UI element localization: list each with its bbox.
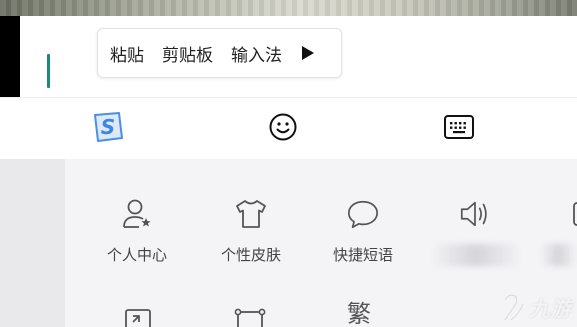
text-context-menu: 粘贴 剪贴板 输入法 <box>97 28 342 78</box>
tile-label: 个人中心 <box>106 246 167 264</box>
tile-skins[interactable]: 个性皮肤 <box>201 159 301 264</box>
text-cursor <box>47 54 50 88</box>
tile-sound[interactable] <box>425 159 525 249</box>
crop-frame-icon[interactable] <box>233 306 267 327</box>
resize-corner-icon[interactable] <box>121 306 155 327</box>
speech-bubble-icon <box>346 197 380 231</box>
menu-more-arrow-icon[interactable] <box>302 46 314 60</box>
keyboard-icon <box>443 114 475 144</box>
keyboard-button[interactable] <box>441 111 477 147</box>
user-star-icon <box>120 197 154 231</box>
partial-tile-icon[interactable] <box>568 197 577 231</box>
blurred-label <box>540 244 577 266</box>
jiuyou-logo-icon <box>503 292 525 322</box>
jiuyou-watermark: 九游 <box>497 288 577 327</box>
sogou-logo-icon: S <box>91 112 125 146</box>
emoji-icon <box>268 112 298 146</box>
speaker-icon <box>458 197 492 231</box>
svg-text:S: S <box>101 115 115 139</box>
blurred-label <box>430 244 522 266</box>
keyboard-toolbar: S <box>0 97 577 159</box>
emoji-button[interactable] <box>265 111 301 147</box>
menu-item-clipboard[interactable]: 剪贴板 <box>162 41 213 66</box>
tile-label: 个性皮肤 <box>220 246 281 264</box>
panel-category-strip <box>0 159 65 327</box>
left-edge-bar <box>0 16 20 97</box>
sogou-logo-button[interactable]: S <box>90 111 126 147</box>
background-photo-strip <box>0 0 577 16</box>
tile-personal-center[interactable]: 个人中心 <box>87 159 187 264</box>
menu-item-input-method[interactable]: 输入法 <box>231 41 282 66</box>
tile-label: 快捷短语 <box>332 246 393 264</box>
tshirt-icon <box>234 197 268 231</box>
tile-quick-phrases[interactable]: 快捷短语 <box>313 159 413 264</box>
traditional-chinese-icon[interactable]: 繁 <box>347 302 371 326</box>
menu-item-paste[interactable]: 粘贴 <box>110 41 144 66</box>
